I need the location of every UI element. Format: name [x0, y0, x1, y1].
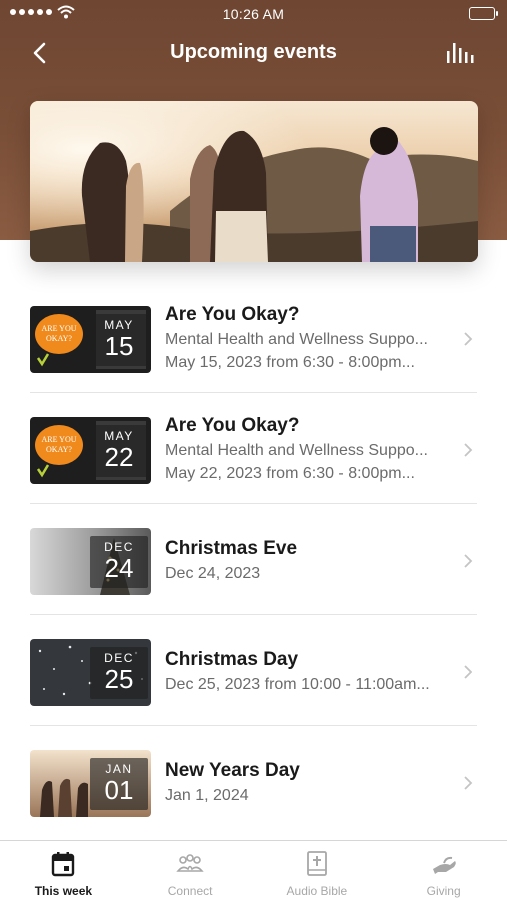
- event-text: Christmas Eve Dec 24, 2023: [165, 538, 455, 583]
- event-text: Christmas Day Dec 25, 2023 from 10:00 - …: [165, 649, 455, 694]
- battery-icon: [469, 7, 498, 20]
- tab-bar: This week Connect Audio Bible Giving: [0, 840, 507, 900]
- date-badge: MAY 15: [90, 314, 148, 366]
- flyer-heading-line2: OKAY?: [46, 334, 72, 343]
- people-icon: [176, 854, 204, 872]
- event-thumbnail: JAN 01: [30, 750, 151, 817]
- tab-label: This week: [34, 884, 93, 898]
- event-date: Jan 1, 2024: [165, 787, 249, 804]
- page-title: Upcoming events: [170, 41, 337, 63]
- audio-bars-icon[interactable]: [445, 39, 477, 69]
- date-day: 15: [104, 331, 134, 361]
- chevron-right-icon: [464, 332, 473, 346]
- flyer-heading-line2: OKAY?: [46, 445, 72, 454]
- tab-giving[interactable]: Giving: [380, 841, 507, 900]
- event-row[interactable]: DEC 24 Christmas Eve Dec 24, 2023: [0, 504, 507, 615]
- date-month: DEC: [104, 540, 134, 554]
- date-day: 22: [104, 442, 134, 472]
- calendar-icon: [52, 852, 75, 877]
- tab-this-week[interactable]: This week: [0, 841, 127, 900]
- event-thumbnail: ARE YOU OKAY? MAY 15: [30, 306, 151, 373]
- date-badge: MAY 22: [90, 425, 148, 477]
- event-text: New Years Day Jan 1, 2024: [165, 760, 455, 805]
- date-badge: DEC 24: [90, 536, 148, 588]
- chevron-right-icon: [464, 554, 473, 568]
- event-text: Are You Okay? Mental Health and Wellness…: [165, 304, 455, 372]
- event-title: New Years Day: [165, 760, 300, 781]
- date-month: MAY: [104, 318, 134, 332]
- event-title: Christmas Day: [165, 649, 299, 670]
- hero-image: [30, 101, 478, 262]
- tab-label: Audio Bible: [286, 884, 348, 898]
- date-badge: JAN 01: [90, 758, 148, 810]
- event-thumbnail: ARE YOU OKAY? MAY 22: [30, 417, 151, 484]
- event-date: May 22, 2023 from 6:30 - 8:00pm...: [165, 465, 415, 482]
- date-month: DEC: [104, 651, 134, 665]
- date-month: JAN: [105, 762, 133, 776]
- tab-label: Giving: [426, 884, 461, 898]
- people-sunset-photo: [30, 101, 478, 262]
- chevron-right-icon: [464, 443, 473, 457]
- tab-connect[interactable]: Connect: [127, 841, 254, 900]
- event-thumbnail: DEC 24: [30, 528, 151, 595]
- date-day: 01: [104, 775, 134, 805]
- navigation-bar: Upcoming events: [0, 30, 507, 76]
- event-date: May 15, 2023 from 6:30 - 8:00pm...: [165, 354, 415, 371]
- event-date: Dec 25, 2023 from 10:00 - 11:00am...: [165, 676, 430, 693]
- event-subtitle: Mental Health and Wellness Suppo...: [165, 442, 428, 459]
- event-list: ARE YOU OKAY? MAY 15 Are You Okay? Menta…: [0, 282, 507, 837]
- flyer-heading-line1: ARE YOU: [41, 324, 76, 333]
- tab-audio-bible[interactable]: Audio Bible: [254, 841, 381, 900]
- event-text: Are You Okay? Mental Health and Wellness…: [165, 415, 455, 483]
- date-day: 24: [104, 553, 134, 583]
- tab-label: Connect: [167, 884, 213, 898]
- date-month: MAY: [104, 429, 134, 443]
- event-row[interactable]: JAN 01 New Years Day Jan 1, 2024: [0, 726, 507, 837]
- chevron-right-icon: [464, 776, 473, 790]
- flyer-heading-line1: ARE YOU: [41, 435, 76, 444]
- event-thumbnail: DEC 25: [30, 639, 151, 706]
- date-badge: DEC 25: [90, 647, 148, 699]
- event-title: Christmas Eve: [165, 538, 298, 559]
- event-title: Are You Okay?: [165, 304, 300, 325]
- event-row[interactable]: ARE YOU OKAY? MAY 22 Are You Okay? Menta…: [0, 393, 507, 504]
- status-bar: 10:26 AM: [0, 0, 507, 28]
- event-row[interactable]: DEC 25 Christmas Day Dec 25, 2023 from 1…: [0, 615, 507, 726]
- bible-icon: [306, 851, 327, 876]
- event-date: Dec 24, 2023: [165, 565, 261, 582]
- status-time: 10:26 AM: [222, 6, 285, 22]
- event-subtitle: Mental Health and Wellness Suppo...: [165, 331, 428, 348]
- giving-hand-icon: [432, 856, 456, 874]
- chevron-right-icon: [464, 665, 473, 679]
- event-row[interactable]: ARE YOU OKAY? MAY 15 Are You Okay? Menta…: [0, 282, 507, 393]
- date-day: 25: [104, 664, 134, 694]
- event-title: Are You Okay?: [165, 415, 300, 436]
